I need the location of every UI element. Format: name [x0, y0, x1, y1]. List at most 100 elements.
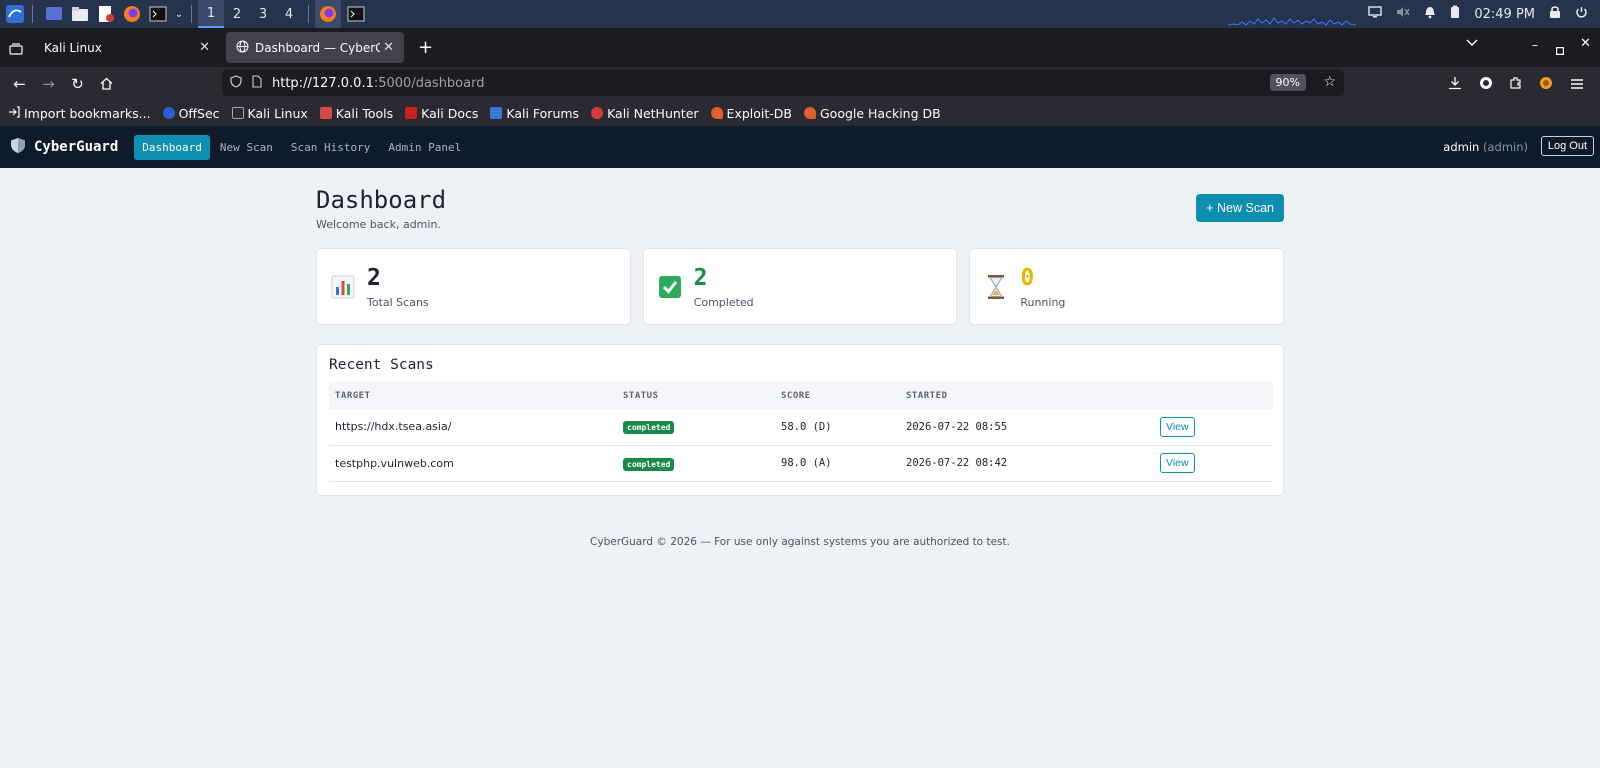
clock[interactable]: 02:49 PM	[1474, 7, 1535, 22]
bookmark-kali-forums[interactable]: Kali Forums	[490, 106, 579, 121]
stat-card-running: 0 Running	[969, 248, 1285, 325]
file-manager-icon[interactable]	[69, 3, 91, 25]
bookmark-label: Kali Tools	[335, 105, 394, 121]
tab-kali-linux[interactable]: Kali Linux ✕	[34, 32, 220, 63]
back-icon[interactable]: ←	[5, 69, 34, 98]
stats-cards: 2 Total Scans 2 Completed 0 Running	[316, 248, 1285, 325]
exploit-db-icon	[710, 107, 723, 119]
desktop-icon[interactable]	[43, 3, 65, 25]
bookmarks-bar: Import bookmarks... OffSec Kali Linux Ka…	[0, 100, 1600, 126]
brand[interactable]: CyberGuard	[10, 137, 118, 158]
row-target: testphp.vulnweb.com	[329, 445, 617, 482]
row-score: 98.0 (A)	[775, 445, 900, 482]
terminal-icon[interactable]	[147, 3, 169, 25]
logout-button[interactable]: Log Out	[1540, 136, 1594, 156]
stat-value: 2	[367, 265, 381, 291]
table-row: https://hdx.tsea.asia/ completed 58.0 (D…	[329, 409, 1273, 446]
extension-fox-icon[interactable]	[1539, 75, 1553, 94]
row-target: https://hdx.tsea.asia/	[329, 409, 617, 446]
forward-icon[interactable]: →	[34, 69, 63, 98]
bookmark-kali-nethunter[interactable]: Kali NetHunter	[591, 105, 699, 121]
workspace-2[interactable]: 2	[224, 0, 250, 28]
user-role: (admin)	[1482, 140, 1528, 154]
reload-icon[interactable]: ↻	[63, 69, 92, 98]
username: admin	[1443, 140, 1480, 154]
kali-tools-icon	[319, 107, 332, 119]
maximize-icon[interactable]	[1555, 40, 1565, 59]
power-icon[interactable]	[1575, 6, 1588, 23]
menu-icon[interactable]	[1570, 75, 1584, 94]
list-all-tabs-icon[interactable]	[1466, 36, 1478, 51]
bookmark-kali-tools[interactable]: Kali Tools	[319, 105, 394, 121]
lock-icon[interactable]	[1549, 5, 1561, 23]
close-tab-icon[interactable]: ✕	[383, 40, 394, 55]
bookmark-google-hacking-db[interactable]: Google Hacking DB	[803, 106, 941, 121]
column-header-status: STATUS	[617, 382, 775, 409]
kali-docs-icon	[405, 107, 418, 119]
url-bar[interactable]: http://127.0.0.1:5000/dashboard 90% ☆	[222, 70, 1344, 96]
bookmark-offsec[interactable]: OffSec	[162, 105, 220, 121]
downloads-icon[interactable]	[1448, 75, 1462, 94]
workspace-3[interactable]: 3	[250, 0, 276, 28]
display-icon[interactable]	[1368, 6, 1383, 22]
column-header-action	[1154, 382, 1273, 409]
bookmark-kali-docs[interactable]: Kali Docs	[405, 106, 478, 121]
bell-icon[interactable]	[1424, 6, 1436, 23]
shield-logo-icon	[10, 137, 26, 158]
kali-menu-icon[interactable]	[4, 3, 26, 25]
kali-dragon-icon	[231, 107, 244, 119]
bookmark-label: Exploit-DB	[726, 105, 792, 121]
bookmark-kali-linux[interactable]: Kali Linux	[231, 106, 308, 121]
firefox-window-icon[interactable]	[315, 0, 341, 28]
status-badge: completed	[623, 457, 675, 471]
text-editor-icon[interactable]	[95, 3, 117, 25]
footer-text: CyberGuard © 2026 — For use only against…	[590, 536, 1010, 548]
nav-dashboard[interactable]: Dashboard	[134, 134, 210, 160]
tab-overview-icon[interactable]	[9, 40, 23, 59]
view-button[interactable]: View	[1160, 453, 1195, 473]
network-activity-graph	[1228, 17, 1356, 26]
column-header-score: SCORE	[775, 382, 900, 409]
row-started: 2026-07-22 08:55	[900, 409, 1154, 446]
zoom-level[interactable]: 90%	[1269, 74, 1306, 91]
stat-label: Completed	[693, 296, 754, 309]
workspace-4[interactable]: 4	[276, 0, 302, 28]
taskbar-separator	[32, 5, 33, 23]
minimize-icon[interactable]: –	[1532, 38, 1538, 52]
bookmark-exploit-db[interactable]: Exploit-DB	[710, 105, 792, 121]
row-started: 2026-07-22 08:42	[900, 445, 1154, 482]
bookmark-star-icon[interactable]: ☆	[1323, 74, 1336, 90]
recent-scans-table: TARGET STATUS SCORE STARTED https://hdx.…	[329, 382, 1273, 482]
close-window-icon[interactable]: ✕	[1580, 36, 1591, 51]
account-icon[interactable]	[1479, 75, 1493, 94]
new-scan-button[interactable]: + New Scan	[1196, 194, 1284, 222]
terminal-window-icon[interactable]	[345, 3, 367, 25]
home-icon[interactable]	[92, 69, 121, 98]
workspace-1[interactable]: 1	[198, 0, 224, 28]
nav-new-scan[interactable]: New Scan	[212, 135, 281, 160]
nav-admin-panel[interactable]: Admin Panel	[380, 135, 469, 160]
chevron-down-icon[interactable]: ⌄	[173, 3, 185, 25]
stat-value: 0	[1020, 265, 1035, 291]
bar-chart-icon	[329, 273, 357, 301]
os-taskbar: ⌄ 1 2 3 4 02:49 PM	[0, 0, 1600, 28]
nethunter-icon	[591, 107, 604, 119]
stat-value: 2	[693, 265, 708, 291]
bookmark-import[interactable]: Import bookmarks...	[8, 106, 151, 121]
stat-card-total: 2 Total Scans	[316, 248, 631, 325]
row-status-cell: completed	[617, 409, 775, 446]
shield-icon[interactable]	[230, 74, 242, 92]
battery-icon[interactable]	[1450, 5, 1460, 23]
page-icon[interactable]	[252, 74, 262, 92]
mute-icon[interactable]	[1396, 6, 1410, 22]
new-tab-icon[interactable]: +	[418, 37, 433, 58]
tab-dashboard[interactable]: Dashboard — CyberGuard ✕	[226, 32, 404, 63]
nav-scan-history[interactable]: Scan History	[283, 135, 378, 160]
firefox-icon[interactable]	[121, 3, 143, 25]
close-tab-icon[interactable]: ✕	[199, 40, 210, 55]
view-button[interactable]: View	[1160, 416, 1195, 437]
bookmark-label: OffSec	[178, 105, 220, 121]
extensions-icon[interactable]	[1509, 75, 1523, 94]
bookmark-label: Kali NetHunter	[607, 105, 699, 121]
welcome-text: Welcome back, admin.	[316, 218, 441, 231]
